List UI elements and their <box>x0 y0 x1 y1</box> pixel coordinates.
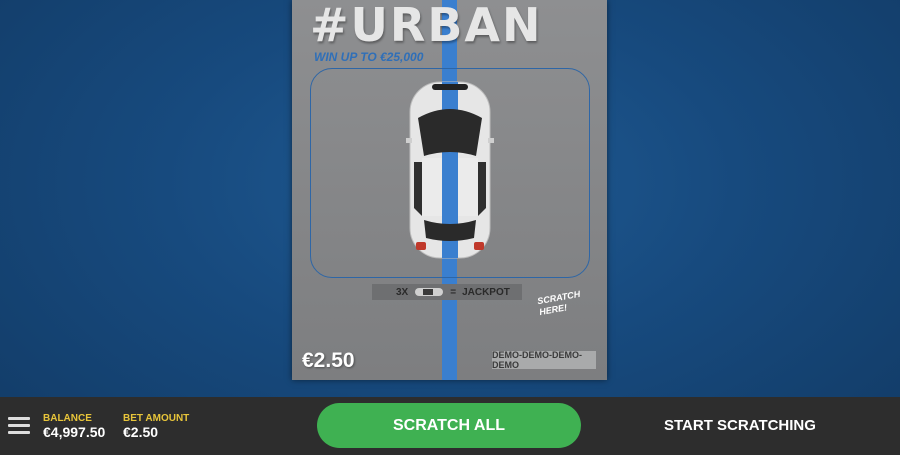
bet-display[interactable]: BET AMOUNT €2.50 <box>123 413 189 440</box>
jackpot-info: 3X = JACKPOT <box>372 284 522 300</box>
bet-label: BET AMOUNT <box>123 413 190 424</box>
equals-sign: = <box>450 286 457 298</box>
scratch-all-button[interactable]: SCRATCH ALL <box>317 403 581 448</box>
jackpot-multiplier: 3X <box>396 286 409 298</box>
menu-icon[interactable] <box>8 417 30 435</box>
max-win-subtitle: WIN UP TO €25,000 <box>314 50 424 64</box>
jackpot-label: JACKPOT <box>462 286 510 298</box>
game-title: #URBAN <box>310 0 543 52</box>
scratch-here-hint: SCRATCH HERE! <box>536 288 581 318</box>
demo-tag: DEMO-DEMO-DEMO-DEMO <box>492 350 596 370</box>
bet-value: €2.50 <box>123 424 159 440</box>
balance-label: BALANCE <box>43 413 92 424</box>
mini-car-icon <box>415 288 444 296</box>
card-price: €2.50 <box>302 349 355 372</box>
car-icon <box>406 81 494 259</box>
scratch-card: #URBAN WIN UP TO €25,000 3X = JACKPOT SC… <box>292 0 607 380</box>
balance-value: €4,997.50 <box>43 424 106 440</box>
bottom-bar: BALANCE €4,997.50 BET AMOUNT €2.50 SCRAT… <box>0 397 900 455</box>
balance-display: BALANCE €4,997.50 <box>43 413 105 440</box>
start-scratching-button[interactable]: START SCRATCHING <box>664 417 816 434</box>
